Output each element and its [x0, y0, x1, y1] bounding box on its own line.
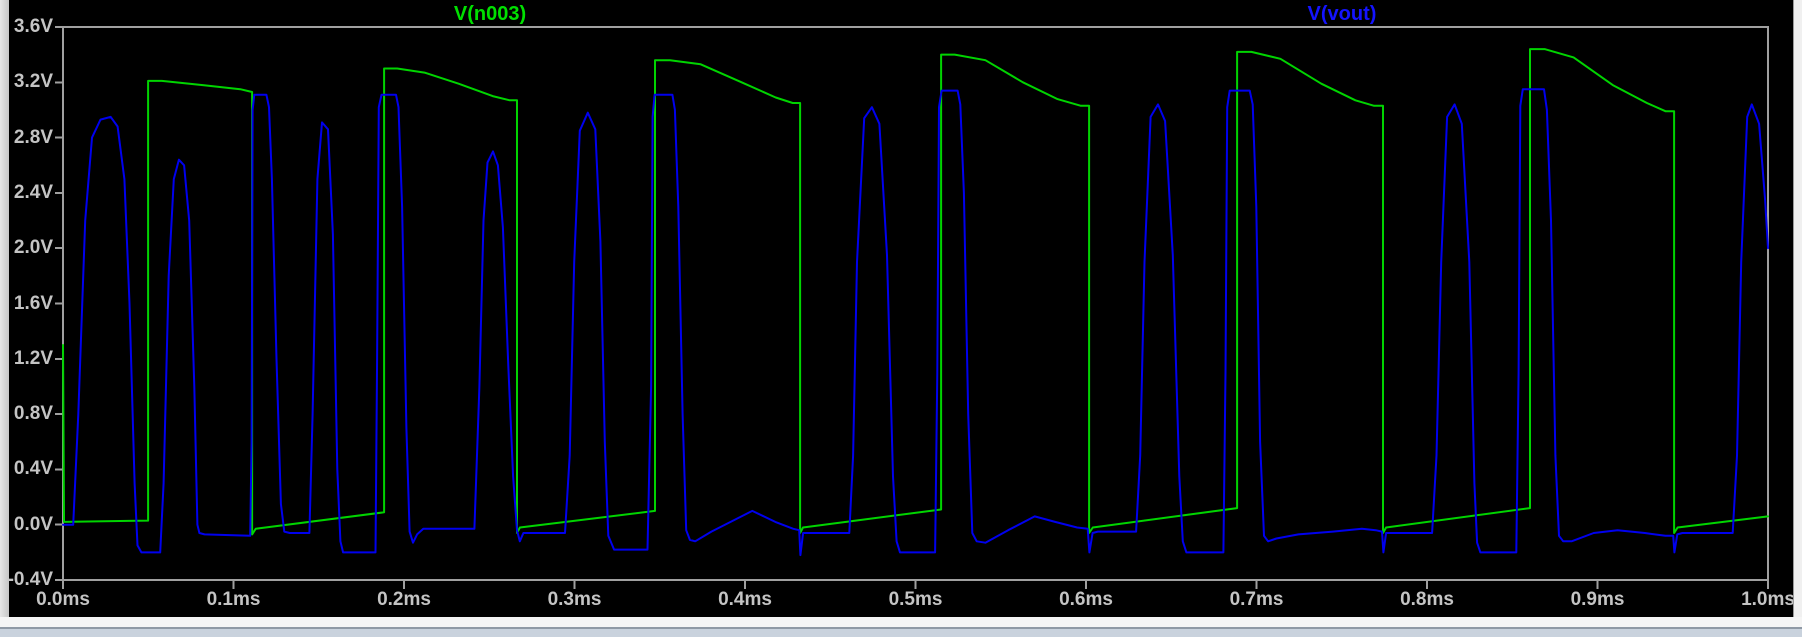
x-tick-label: 0.4ms [718, 589, 772, 610]
axis-ticks [55, 26, 1769, 589]
trace-label-vn003[interactable]: V(n003) [454, 3, 526, 25]
x-tick-label: 0.3ms [547, 589, 602, 610]
frame-lower-band [0, 629, 1802, 637]
x-tick-label: 0.7ms [1229, 589, 1284, 610]
frame-highlight [0, 617, 1802, 627]
window-frame-bottom [0, 617, 1802, 637]
window-frame-left [0, 0, 9, 637]
window-frame-right [1793, 0, 1802, 637]
trace-vout[interactable] [62, 88, 1769, 557]
x-tick-label: 0.0ms [36, 589, 90, 610]
x-tick-label: 1.0ms [1741, 589, 1795, 610]
trace-label-vout[interactable]: V(vout) [1308, 3, 1377, 25]
x-tick-label: 0.8ms [1400, 589, 1454, 610]
waveform-viewer-window: V(n003) V(vout) 3.6V 3.2V 2.8V 2.4V 2.0V 1.6V… [0, 0, 1802, 637]
x-tick-label: 0.6ms [1059, 589, 1113, 610]
x-tick-label: 0.5ms [888, 589, 943, 610]
x-tick-label: 0.1ms [206, 589, 261, 610]
plot-border [62, 26, 1769, 581]
x-tick-label: 0.2ms [377, 589, 431, 610]
trace-vn003[interactable] [62, 48, 1769, 536]
x-tick-label: 0.9ms [1570, 589, 1625, 610]
waveform-plot[interactable] [0, 0, 1802, 637]
